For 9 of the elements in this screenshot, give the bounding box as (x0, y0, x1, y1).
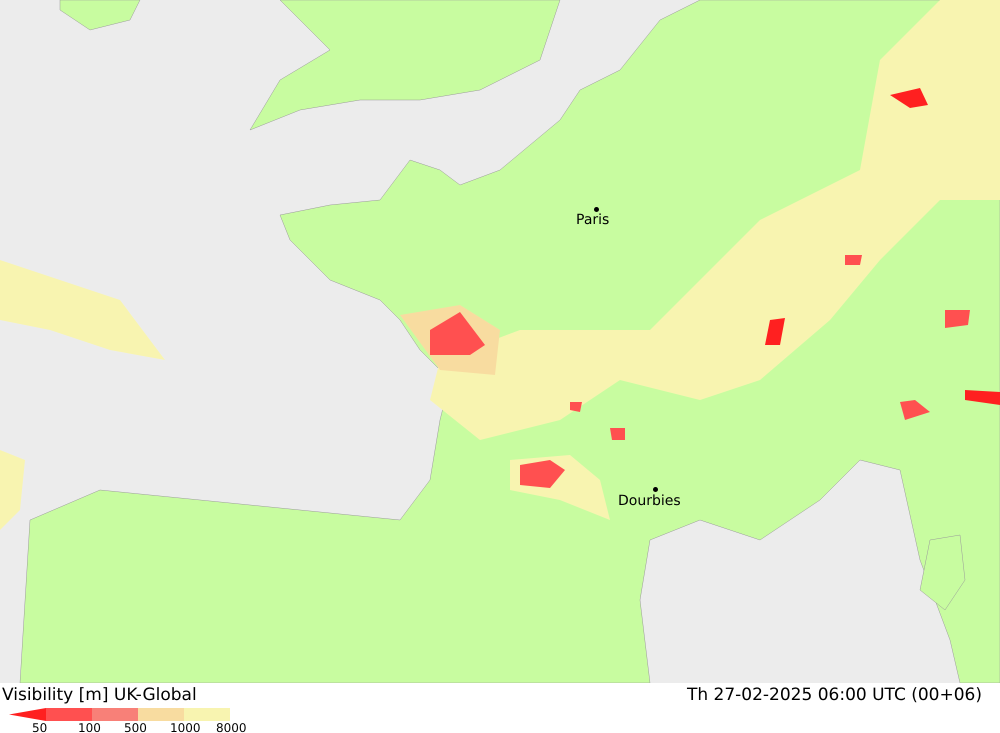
legend-label: 100 (78, 721, 102, 733)
forecast-datetime: Th 27-02-2025 06:00 UTC (00+06) (686, 685, 982, 707)
legend-label: 8000 (216, 721, 248, 733)
city-label: Paris (576, 213, 610, 227)
map-title: Visibility [m] UK-Global (2, 685, 198, 705)
legend-label: 1000 (170, 721, 202, 733)
city-label: Dourbies (618, 494, 681, 508)
legend-label: 500 (124, 721, 148, 733)
legend-label: 50 (32, 721, 48, 733)
